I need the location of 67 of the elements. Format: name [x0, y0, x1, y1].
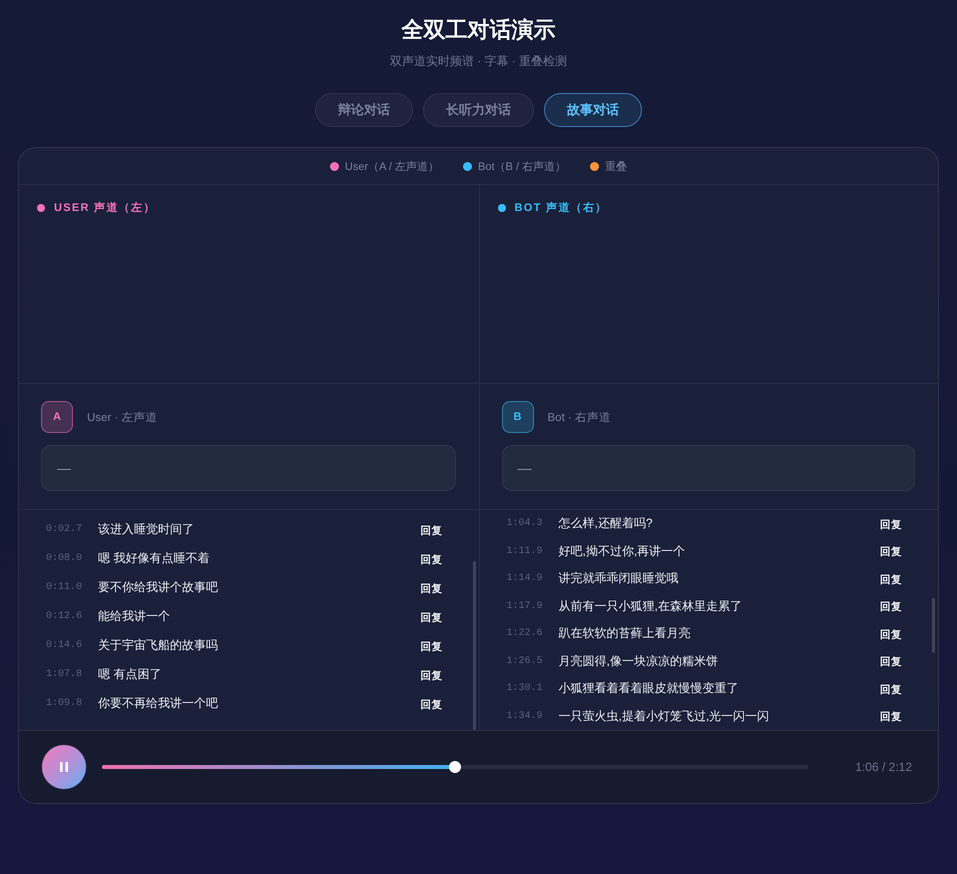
- caption-box: —: [502, 445, 915, 491]
- timestamp: 0:14.6: [46, 640, 84, 651]
- timestamp: 1:14.9: [506, 573, 544, 584]
- reply-button[interactable]: 回复: [880, 682, 902, 697]
- progress-thumb[interactable]: [449, 761, 462, 773]
- timestamp: 0:08.0: [46, 553, 84, 564]
- reply-button[interactable]: 回复: [420, 610, 442, 624]
- reply-button[interactable]: 回复: [880, 545, 902, 560]
- transcript-text: 你要不再给我讲一个吧: [98, 695, 219, 712]
- scrollbar-thumb[interactable]: [932, 598, 935, 653]
- channel-title: USER 声道（左）: [54, 201, 156, 215]
- timestamp: 1:34.9: [506, 710, 544, 722]
- timestamp: 0:11.0: [46, 582, 84, 593]
- reply-button[interactable]: 回复: [880, 655, 902, 670]
- reply-button[interactable]: 回复: [880, 628, 902, 642]
- timestamp: 0:12.6: [46, 611, 84, 622]
- timestamp: 1:17.9: [506, 600, 544, 612]
- transcript-text: 该进入睡觉时间了: [98, 521, 195, 538]
- page-title: 全双工对话演示: [402, 16, 556, 44]
- timestamp: 1:04.3: [506, 518, 544, 530]
- page-subtitle: 双声道实时频谱 · 字幕 · 重叠检测: [390, 53, 568, 69]
- speaker-label: Bot · 右声道: [548, 410, 611, 424]
- transcript-text: 嗯 我好像有点睡不着: [98, 550, 210, 567]
- reply-button[interactable]: 回复: [880, 518, 902, 532]
- mode-tab[interactable]: 长听力对话: [423, 93, 534, 127]
- legend-label: 重叠: [605, 160, 628, 174]
- timestamp: 0:02.7: [46, 524, 84, 535]
- reply-button[interactable]: 回复: [420, 552, 442, 566]
- transcript-text: 讲完就乖乖闭眼睡觉哦: [558, 570, 680, 588]
- transcript-text: 好吧,拗不过你,再讲一个: [558, 542, 686, 560]
- transcript-text: 从前有一只小狐狸,在森林里走累了: [558, 598, 743, 615]
- scrollbar-thumb[interactable]: [472, 561, 476, 730]
- transcript-text: 一只萤火虫,提着小灯笼飞过,光一闪一闪: [558, 708, 770, 725]
- legend-label: Bot（B / 右声道）: [478, 160, 566, 174]
- channel-title: BOT 声道（右）: [514, 201, 608, 215]
- speaker-avatar: A: [41, 401, 73, 433]
- play-pause-button[interactable]: [42, 745, 86, 789]
- transcript-text: 要不你给我讲个故事吧: [98, 579, 219, 596]
- reply-button[interactable]: 回复: [420, 640, 442, 654]
- mode-tab[interactable]: 辩论对话: [315, 93, 413, 127]
- legend-label: User（A / 左声道）: [344, 160, 440, 174]
- reply-button[interactable]: 回复: [880, 710, 902, 724]
- transcript-text: 能给我讲一个: [98, 608, 171, 625]
- reply-button[interactable]: 回复: [420, 524, 442, 538]
- reply-button[interactable]: 回复: [420, 668, 442, 682]
- reply-button[interactable]: 回复: [880, 600, 902, 614]
- mode-tab[interactable]: 故事对话: [544, 93, 642, 127]
- transcript-text: 小狐狸看着看着眼皮就慢慢变重了: [558, 680, 740, 698]
- transcript-text: 嗯 有点困了: [98, 666, 162, 683]
- transcript-text: 怎么样,还醒着吗?: [558, 515, 654, 532]
- transcript-text: 月亮圆得,像一块凉凉的糯米饼: [558, 652, 719, 670]
- transcript-text: 趴在软软的苔藓上看月亮: [558, 625, 692, 642]
- playback-time: 1:06 / 2:12: [855, 760, 912, 774]
- reply-button[interactable]: 回复: [420, 698, 442, 712]
- transcript-text: 关于宇宙飞船的故事吗: [98, 637, 219, 654]
- pause-icon: [60, 762, 68, 772]
- timestamp: 1:26.5: [506, 656, 544, 667]
- timestamp: 1:11.9: [506, 546, 544, 557]
- timestamp: 1:07.8: [46, 669, 84, 680]
- speaker-avatar: B: [502, 401, 534, 433]
- reply-button[interactable]: 回复: [420, 582, 442, 596]
- speaker-label: User · 左声道: [87, 410, 158, 424]
- caption-box: —: [41, 445, 456, 491]
- timestamp: 1:30.1: [506, 683, 544, 694]
- timestamp: 1:09.8: [46, 698, 84, 709]
- reply-button[interactable]: 回复: [880, 572, 902, 587]
- timestamp: 1:22.6: [506, 628, 544, 640]
